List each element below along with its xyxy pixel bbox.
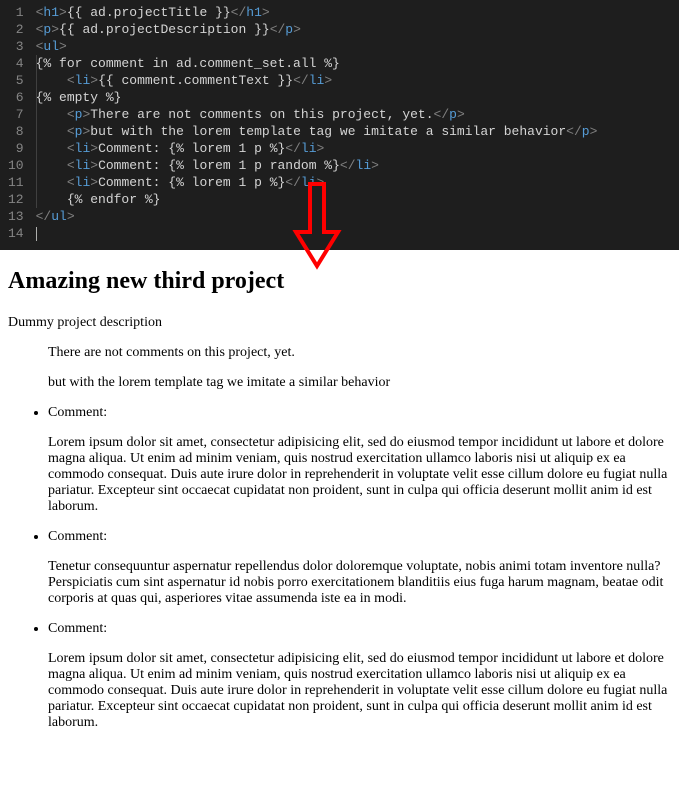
code-line[interactable]: {% for comment in ad.comment_set.all %} (36, 55, 679, 72)
code-area[interactable]: <h1>{{ ad.projectTitle }}</h1><p>{{ ad.p… (36, 4, 679, 242)
code-line[interactable]: <li>Comment: {% lorem 1 p random %}</li> (36, 157, 679, 174)
code-line[interactable]: <p>{{ ad.projectDescription }}</p> (36, 21, 679, 38)
code-line[interactable]: <p>There are not comments on this projec… (36, 106, 679, 123)
line-number: 8 (8, 123, 24, 140)
code-line[interactable]: {% endfor %} (36, 191, 679, 208)
comment-body: Tenetur consequuntur aspernatur repellen… (48, 559, 673, 607)
list-item: Comment: Lorem ipsum dolor sit amet, cons… (48, 621, 673, 731)
empty-message-2: but with the lorem template tag we imita… (48, 375, 673, 391)
comment-label: Comment: (48, 405, 673, 421)
comment-label: Comment: (48, 621, 673, 637)
list-item: Comment: Lorem ipsum dolor sit amet, cons… (48, 405, 673, 515)
line-number-gutter: 1234567891011121314 (0, 4, 36, 242)
comment-body: Lorem ipsum dolor sit amet, consectetur … (48, 435, 673, 515)
line-number: 6 (8, 89, 24, 106)
comment-label: Comment: (48, 529, 673, 545)
line-number: 4 (8, 55, 24, 72)
line-number: 13 (8, 208, 24, 225)
code-line[interactable]: <li>Comment: {% lorem 1 p %}</li> (36, 174, 679, 191)
comment-body: Lorem ipsum dolor sit amet, consectetur … (48, 651, 673, 731)
code-line[interactable]: <ul> (36, 38, 679, 55)
line-number: 5 (8, 72, 24, 89)
rendered-output: Amazing new third project Dummy project … (0, 250, 679, 760)
code-line[interactable]: <li>{{ comment.commentText }}</li> (36, 72, 679, 89)
line-number: 9 (8, 140, 24, 157)
project-description: Dummy project description (8, 315, 673, 331)
empty-message-1: There are not comments on this project, … (48, 345, 673, 361)
line-number: 2 (8, 21, 24, 38)
line-number: 10 (8, 157, 24, 174)
comment-list: Comment: Lorem ipsum dolor sit amet, cons… (8, 405, 673, 731)
page-title: Amazing new third project (8, 268, 673, 295)
list-item: Comment: Tenetur consequuntur aspernatur … (48, 529, 673, 607)
line-number: 7 (8, 106, 24, 123)
code-line[interactable]: {% empty %} (36, 89, 679, 106)
line-number: 3 (8, 38, 24, 55)
line-number: 11 (8, 174, 24, 191)
line-number: 1 (8, 4, 24, 21)
arrow-down-icon (292, 180, 342, 270)
code-line[interactable]: <li>Comment: {% lorem 1 p %}</li> (36, 140, 679, 157)
code-line[interactable]: <h1>{{ ad.projectTitle }}</h1> (36, 4, 679, 21)
line-number: 14 (8, 225, 24, 242)
code-line[interactable]: </ul> (36, 208, 679, 225)
code-line[interactable]: <p>but with the lorem template tag we im… (36, 123, 679, 140)
code-line[interactable] (36, 225, 679, 242)
line-number: 12 (8, 191, 24, 208)
